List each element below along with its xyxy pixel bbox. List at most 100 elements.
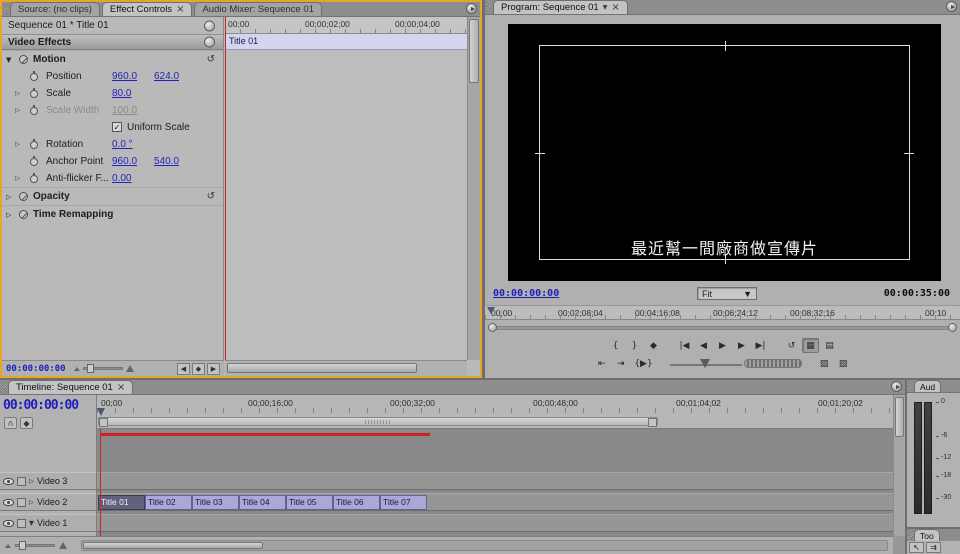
scrollbar-track[interactable] bbox=[492, 326, 953, 330]
go-to-in-point-button[interactable]: ⇤ bbox=[593, 356, 610, 371]
position-x-value[interactable]: 960.0 bbox=[112, 68, 137, 85]
tab-effect-controls[interactable]: Effect Controls × bbox=[102, 2, 193, 16]
toggle-track-output-icon[interactable] bbox=[3, 478, 14, 485]
shuttle-slider[interactable] bbox=[670, 358, 742, 370]
effect-time-remapping-row[interactable]: ▷ Time Remapping bbox=[2, 205, 223, 223]
tab-timeline[interactable]: Timeline: Sequence 01 × bbox=[8, 380, 133, 394]
output-button[interactable]: ▤ bbox=[821, 338, 838, 353]
close-icon[interactable]: × bbox=[117, 383, 125, 392]
panel-grip[interactable] bbox=[908, 531, 913, 539]
timeline-time-ruler[interactable]: 00;00 00;00;16;00 00;00;32;00 00;00;48;0… bbox=[97, 395, 893, 429]
scrollbar-thumb[interactable] bbox=[227, 363, 417, 373]
tab-tools[interactable]: Too bbox=[914, 529, 940, 541]
effect-enabled-icon[interactable] bbox=[19, 210, 28, 219]
zoom-in-icon[interactable] bbox=[59, 542, 67, 549]
next-keyframe-button[interactable]: ▶ bbox=[207, 363, 220, 375]
playhead-marker[interactable] bbox=[487, 307, 495, 314]
twirl-right-icon[interactable]: ▷ bbox=[15, 170, 20, 187]
step-back-button[interactable]: ◀ bbox=[695, 338, 712, 353]
track-video-1-content[interactable] bbox=[97, 514, 893, 532]
zoom-out-icon[interactable] bbox=[74, 367, 80, 371]
clip-title-04[interactable]: Title 04 bbox=[239, 495, 286, 510]
effect-motion-row[interactable]: ▼ Motion ↺ bbox=[2, 50, 223, 68]
timeline-zoom-slider[interactable] bbox=[15, 544, 55, 547]
vertical-scrollbar[interactable] bbox=[467, 17, 480, 360]
twirl-right-icon[interactable]: ▷ bbox=[15, 102, 20, 119]
anchor-x-value[interactable]: 960.0 bbox=[112, 153, 137, 170]
tab-audio-meters[interactable]: Aud bbox=[914, 380, 941, 392]
track-lock-toggle[interactable] bbox=[17, 519, 26, 528]
set-in-point-button[interactable]: { bbox=[607, 338, 624, 353]
loop-button[interactable]: ↺ bbox=[783, 338, 800, 353]
track-select-tool-button[interactable]: ⇉ bbox=[926, 542, 941, 553]
track-video-2-content[interactable]: Title 01 Title 02 Title 03 Title 04 Titl… bbox=[97, 493, 893, 511]
scrollbar-thumb[interactable] bbox=[895, 397, 904, 437]
panel-grip[interactable] bbox=[486, 2, 491, 12]
scrollbar-thumb[interactable] bbox=[469, 19, 479, 83]
play-in-to-out-button[interactable]: {▶} bbox=[631, 356, 655, 371]
horizontal-scrollbar[interactable] bbox=[225, 360, 467, 376]
program-current-timecode[interactable]: 00:00:00:00 bbox=[493, 288, 559, 299]
tab-source-monitor[interactable]: Source: (no clips) bbox=[10, 2, 100, 16]
shuttle-thumb[interactable] bbox=[700, 359, 710, 368]
reset-effect-icon[interactable]: ↺ bbox=[207, 188, 215, 206]
set-out-point-button[interactable]: } bbox=[626, 338, 643, 353]
toggle-animation-stopwatch-icon[interactable] bbox=[30, 158, 38, 166]
work-area-bar[interactable] bbox=[98, 417, 658, 426]
add-keyframe-button[interactable]: ◆ bbox=[192, 363, 205, 375]
effect-enabled-icon[interactable] bbox=[19, 192, 28, 201]
current-time-indicator-line[interactable] bbox=[225, 17, 226, 360]
effect-controls-timecode[interactable]: 00:00:00:00 bbox=[6, 364, 66, 374]
collapse-track-icon[interactable]: ▼ bbox=[29, 519, 34, 527]
twirl-right-icon[interactable]: ▷ bbox=[15, 136, 20, 153]
twirl-right-icon[interactable]: ▷ bbox=[6, 206, 11, 224]
scrollbar-thumb[interactable] bbox=[83, 542, 263, 549]
toggle-animation-stopwatch-icon[interactable] bbox=[30, 73, 38, 81]
selection-tool-button[interactable]: ↖ bbox=[909, 542, 924, 553]
position-y-value[interactable]: 624.0 bbox=[154, 68, 179, 85]
toggle-animation-stopwatch-icon[interactable] bbox=[30, 141, 38, 149]
mini-timeline-ruler[interactable]: 00;00 00;00;02;00 00;00;04;00 bbox=[225, 17, 467, 34]
set-marker-button[interactable]: ◆ bbox=[20, 417, 33, 429]
panel-menu-button[interactable] bbox=[466, 3, 477, 14]
twirl-down-icon[interactable]: ▼ bbox=[6, 51, 11, 69]
dropdown-icon[interactable]: ▼ bbox=[603, 4, 608, 11]
extract-button[interactable]: ▨ bbox=[835, 356, 852, 371]
playhead-marker[interactable] bbox=[97, 408, 105, 416]
jog-disk[interactable] bbox=[744, 359, 802, 368]
zoom-handle-right[interactable] bbox=[948, 323, 957, 332]
go-to-next-edit-button[interactable]: ▶| bbox=[752, 338, 769, 353]
program-video-frame[interactable]: 最近幫一間廠商做宣傳片 bbox=[508, 24, 941, 281]
toggle-animation-stopwatch-icon[interactable] bbox=[30, 107, 38, 115]
zoom-in-icon[interactable] bbox=[126, 365, 134, 372]
safe-margins-button[interactable]: ▦ bbox=[802, 338, 819, 353]
close-icon[interactable]: × bbox=[176, 5, 184, 14]
step-forward-button[interactable]: ▶ bbox=[733, 338, 750, 353]
close-icon[interactable]: × bbox=[611, 3, 619, 12]
effect-enabled-icon[interactable] bbox=[19, 55, 28, 64]
previous-keyframe-button[interactable]: ◀ bbox=[177, 363, 190, 375]
zoom-slider[interactable] bbox=[83, 367, 123, 370]
panel-menu-button[interactable] bbox=[891, 381, 902, 392]
go-to-previous-edit-button[interactable]: |◀ bbox=[676, 338, 693, 353]
anti-flicker-value[interactable]: 0.00 bbox=[112, 170, 131, 187]
track-lock-toggle[interactable] bbox=[17, 498, 26, 507]
twirl-right-icon[interactable]: ▷ bbox=[6, 188, 11, 206]
zoom-out-icon[interactable] bbox=[5, 544, 11, 548]
scale-width-value[interactable]: 100.0 bbox=[112, 102, 137, 119]
panel-grip[interactable] bbox=[3, 4, 8, 14]
zoom-slider-thumb[interactable] bbox=[87, 364, 94, 373]
collapse-track-icon[interactable]: ▷ bbox=[29, 498, 34, 506]
reset-effect-icon[interactable]: ↺ bbox=[207, 51, 215, 69]
toggle-animation-stopwatch-icon[interactable] bbox=[30, 90, 38, 98]
current-time-indicator-line[interactable] bbox=[100, 429, 101, 536]
panel-menu-button[interactable] bbox=[946, 1, 957, 12]
clip-title-07[interactable]: Title 07 bbox=[380, 495, 427, 510]
panel-grip[interactable] bbox=[908, 382, 913, 390]
lift-button[interactable]: ▧ bbox=[816, 356, 833, 371]
twirl-right-icon[interactable]: ▷ bbox=[15, 85, 20, 102]
timeline-view-toggle-button[interactable] bbox=[204, 20, 215, 31]
go-to-out-point-button[interactable]: ⇥ bbox=[612, 356, 629, 371]
toggle-track-output-icon[interactable] bbox=[3, 520, 14, 527]
section-round-button[interactable] bbox=[204, 37, 215, 48]
